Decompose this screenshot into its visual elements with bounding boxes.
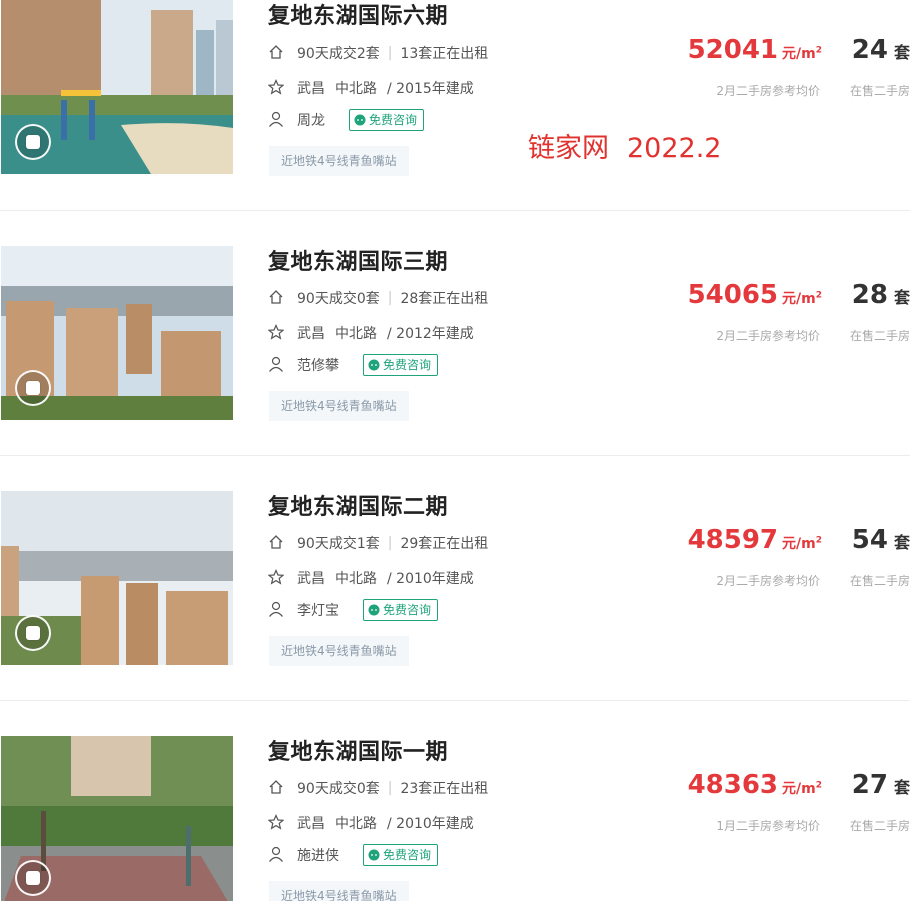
build-year: / 2012年建成 xyxy=(387,326,474,342)
listing-item[interactable]: 复地东湖国际一期 90天成交0套 | 23套正在出租 武昌 中北路 / 2010… xyxy=(0,701,910,901)
home-icon xyxy=(268,779,286,797)
user-icon xyxy=(268,601,286,619)
vr-icon[interactable] xyxy=(15,860,51,896)
on-sale-count[interactable]: 28 套 xyxy=(852,280,910,310)
chat-icon xyxy=(368,604,380,616)
on-sale-count[interactable]: 54 套 xyxy=(852,525,910,555)
agent-info: 李灯宝 免费咨询 xyxy=(268,599,439,621)
chat-icon xyxy=(368,849,380,861)
on-sale-label: 在售二手房 xyxy=(849,329,910,343)
free-consult-button[interactable]: 免费咨询 xyxy=(363,599,439,621)
agent-name[interactable]: 周龙 xyxy=(297,110,325,130)
vr-icon[interactable] xyxy=(15,615,51,651)
subway-tag: 近地铁4号线青鱼嘴站 xyxy=(269,636,409,666)
on-sale-label: 在售二手房 xyxy=(849,819,910,833)
deal-info: 90天成交0套 | 28套正在出租 xyxy=(268,288,488,308)
avg-price[interactable]: 54065 元/m2 xyxy=(688,280,822,310)
user-icon xyxy=(268,111,286,129)
free-consult-button[interactable]: 免费咨询 xyxy=(363,354,439,376)
on-sale-label: 在售二手房 xyxy=(849,84,910,98)
vr-icon[interactable] xyxy=(15,124,51,160)
listing-photo[interactable] xyxy=(1,0,233,174)
user-icon xyxy=(268,356,286,374)
deals-90-days[interactable]: 90天成交0套 xyxy=(297,288,380,308)
on-sale-count[interactable]: 27 套 xyxy=(852,770,910,800)
home-icon xyxy=(268,289,286,307)
agent-name[interactable]: 范修攀 xyxy=(297,355,339,375)
location-info: 武昌 中北路 / 2010年建成 xyxy=(268,813,474,833)
star-icon xyxy=(268,814,286,832)
avg-price[interactable]: 52041 元/m2 xyxy=(688,35,822,65)
free-consult-button[interactable]: 免费咨询 xyxy=(363,844,439,866)
user-icon xyxy=(268,846,286,864)
home-icon xyxy=(268,534,286,552)
star-icon xyxy=(268,569,286,587)
subway-tag: 近地铁4号线青鱼嘴站 xyxy=(269,146,409,176)
deals-90-days[interactable]: 90天成交1套 xyxy=(297,533,380,553)
district-link[interactable]: 武昌 xyxy=(297,323,325,343)
subway-tag: 近地铁4号线青鱼嘴站 xyxy=(269,391,409,421)
area-link[interactable]: 中北路 xyxy=(335,323,377,343)
avg-price[interactable]: 48597 元/m2 xyxy=(688,525,822,555)
community-title[interactable]: 复地东湖国际一期 xyxy=(268,734,448,766)
deal-info: 90天成交2套 | 13套正在出租 xyxy=(268,43,488,63)
location-info: 武昌 中北路 / 2012年建成 xyxy=(268,323,474,343)
renting-count[interactable]: 29套正在出租 xyxy=(400,533,488,553)
build-year: / 2010年建成 xyxy=(387,571,474,587)
source-annotation: 链家网 2022.2 xyxy=(528,133,722,164)
subway-tag: 近地铁4号线青鱼嘴站 xyxy=(269,881,409,901)
listing-photo[interactable] xyxy=(1,736,233,901)
deal-info: 90天成交1套 | 29套正在出租 xyxy=(268,533,488,553)
listing-item[interactable]: 复地东湖国际二期 90天成交1套 | 29套正在出租 武昌 中北路 / 2010… xyxy=(0,456,910,701)
district-link[interactable]: 武昌 xyxy=(297,568,325,588)
listing-photo[interactable] xyxy=(1,246,233,420)
home-icon xyxy=(268,44,286,62)
district-link[interactable]: 武昌 xyxy=(297,78,325,98)
community-title[interactable]: 复地东湖国际六期 xyxy=(268,0,448,30)
renting-count[interactable]: 28套正在出租 xyxy=(400,288,488,308)
separator: | xyxy=(387,45,393,61)
avg-price-label: 2月二手房参考均价 xyxy=(716,329,820,343)
area-link[interactable]: 中北路 xyxy=(335,568,377,588)
deals-90-days[interactable]: 90天成交2套 xyxy=(297,43,380,63)
community-title[interactable]: 复地东湖国际二期 xyxy=(268,489,448,521)
renting-count[interactable]: 23套正在出租 xyxy=(400,778,488,798)
vr-icon[interactable] xyxy=(15,370,51,406)
deal-info: 90天成交0套 | 23套正在出租 xyxy=(268,778,488,798)
separator: | xyxy=(387,780,393,796)
chat-icon xyxy=(368,359,380,371)
listing-photo[interactable] xyxy=(1,491,233,665)
avg-price-label: 1月二手房参考均价 xyxy=(716,819,820,833)
agent-info: 范修攀 免费咨询 xyxy=(268,354,439,376)
star-icon xyxy=(268,324,286,342)
agent-info: 施进侠 免费咨询 xyxy=(268,844,439,866)
community-title[interactable]: 复地东湖国际三期 xyxy=(268,244,448,276)
deals-90-days[interactable]: 90天成交0套 xyxy=(297,778,380,798)
on-sale-count[interactable]: 24 套 xyxy=(852,35,910,65)
listing-item[interactable]: 复地东湖国际六期 90天成交2套 | 13套正在出租 武昌 中北路 / 2015… xyxy=(0,0,910,211)
community-list-page: 复地东湖国际六期 90天成交2套 | 13套正在出租 武昌 中北路 / 2015… xyxy=(0,0,920,901)
chat-icon xyxy=(354,114,366,126)
build-year: / 2010年建成 xyxy=(387,816,474,832)
avg-price-label: 2月二手房参考均价 xyxy=(716,84,820,98)
agent-info: 周龙 免费咨询 xyxy=(268,109,425,131)
renting-count[interactable]: 13套正在出租 xyxy=(400,43,488,63)
on-sale-label: 在售二手房 xyxy=(849,574,910,588)
location-info: 武昌 中北路 / 2010年建成 xyxy=(268,568,474,588)
agent-name[interactable]: 李灯宝 xyxy=(297,600,339,620)
separator: | xyxy=(387,535,393,551)
listing-item[interactable]: 复地东湖国际三期 90天成交0套 | 28套正在出租 武昌 中北路 / 2012… xyxy=(0,211,910,456)
avg-price-label: 2月二手房参考均价 xyxy=(716,574,820,588)
area-link[interactable]: 中北路 xyxy=(335,78,377,98)
district-link[interactable]: 武昌 xyxy=(297,813,325,833)
build-year: / 2015年建成 xyxy=(387,81,474,97)
free-consult-button[interactable]: 免费咨询 xyxy=(349,109,425,131)
location-info: 武昌 中北路 / 2015年建成 xyxy=(268,78,474,98)
area-link[interactable]: 中北路 xyxy=(335,813,377,833)
avg-price[interactable]: 48363 元/m2 xyxy=(688,770,822,800)
star-icon xyxy=(268,79,286,97)
agent-name[interactable]: 施进侠 xyxy=(297,845,339,865)
separator: | xyxy=(387,290,393,306)
